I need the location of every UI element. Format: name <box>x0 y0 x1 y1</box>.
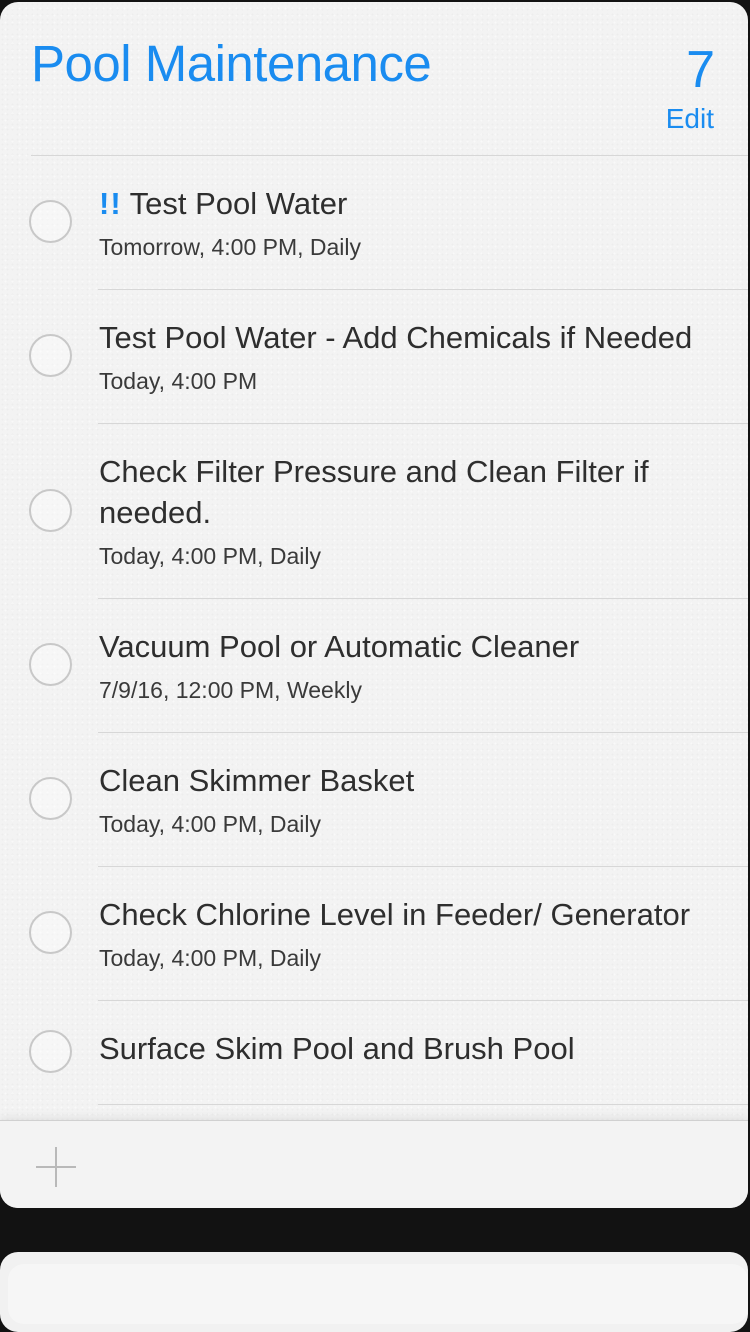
reminder-row[interactable]: Clean Skimmer Basket Today, 4:00 PM, Dai… <box>0 733 748 867</box>
reminder-row[interactable]: Check Filter Pressure and Clean Filter i… <box>0 424 748 599</box>
plus-icon[interactable] <box>36 1147 76 1187</box>
edit-button[interactable]: Edit <box>666 103 714 135</box>
next-list-card-surface <box>8 1264 748 1324</box>
reminder-title[interactable]: !! Test Pool Water <box>99 183 748 224</box>
reminder-row[interactable]: Check Chlorine Level in Feeder/ Generato… <box>0 867 748 1001</box>
reminder-row[interactable]: Surface Skim Pool and Brush Pool <box>0 1001 748 1105</box>
reminder-due-date: Today, 4:00 PM <box>99 368 258 394</box>
reminder-due-date: Today, 4:00 PM, Daily <box>99 811 322 837</box>
reminder-list: !! Test Pool Water Tomorrow, 4:00 PM, Dai… <box>0 156 748 1122</box>
reminder-due-date: Tomorrow, 4:00 PM, Daily <box>99 234 362 260</box>
list-footer <box>0 1120 748 1208</box>
reminder-title[interactable]: Surface Skim Pool and Brush Pool <box>99 1028 748 1069</box>
reminder-title[interactable]: Test Pool Water - Add Chemicals if Neede… <box>99 317 748 358</box>
list-title: Pool Maintenance <box>31 35 432 92</box>
reminder-title[interactable]: Check Chlorine Level in Feeder/ Generato… <box>99 894 748 935</box>
reminder-row[interactable]: Test Pool Water - Add Chemicals if Neede… <box>0 290 748 424</box>
completion-checkbox[interactable] <box>29 1030 72 1073</box>
reminder-title[interactable]: Clean Skimmer Basket <box>99 760 748 801</box>
completion-checkbox[interactable] <box>29 643 72 686</box>
reminder-title[interactable]: Vacuum Pool or Automatic Cleaner <box>99 626 748 667</box>
reminder-row[interactable]: !! Test Pool Water Tomorrow, 4:00 PM, Dai… <box>0 156 748 290</box>
completion-checkbox[interactable] <box>29 200 72 243</box>
reminder-count: 7 <box>686 41 715 99</box>
completion-checkbox[interactable] <box>29 488 72 532</box>
reminder-title-text: Test Pool Water <box>129 186 348 221</box>
completion-checkbox[interactable] <box>29 911 72 954</box>
reminder-row[interactable]: Vacuum Pool or Automatic Cleaner 7/9/16,… <box>0 599 748 733</box>
reminder-due-date: 7/9/16, 12:00 PM, Weekly <box>99 677 362 703</box>
reminder-list-card: Pool Maintenance 7 Edit !! Test Pool Wate… <box>0 2 748 1208</box>
list-header: Pool Maintenance 7 Edit <box>0 2 748 154</box>
reminder-due-date: Today, 4:00 PM, Daily <box>99 543 322 569</box>
completion-checkbox[interactable] <box>29 777 72 820</box>
completion-checkbox[interactable] <box>29 334 72 377</box>
reminder-due-date: Today, 4:00 PM, Daily <box>99 945 322 971</box>
reminder-title[interactable]: Check Filter Pressure and Clean Filter i… <box>99 451 748 533</box>
priority-indicator: !! <box>99 186 122 221</box>
next-list-card[interactable] <box>0 1252 748 1332</box>
